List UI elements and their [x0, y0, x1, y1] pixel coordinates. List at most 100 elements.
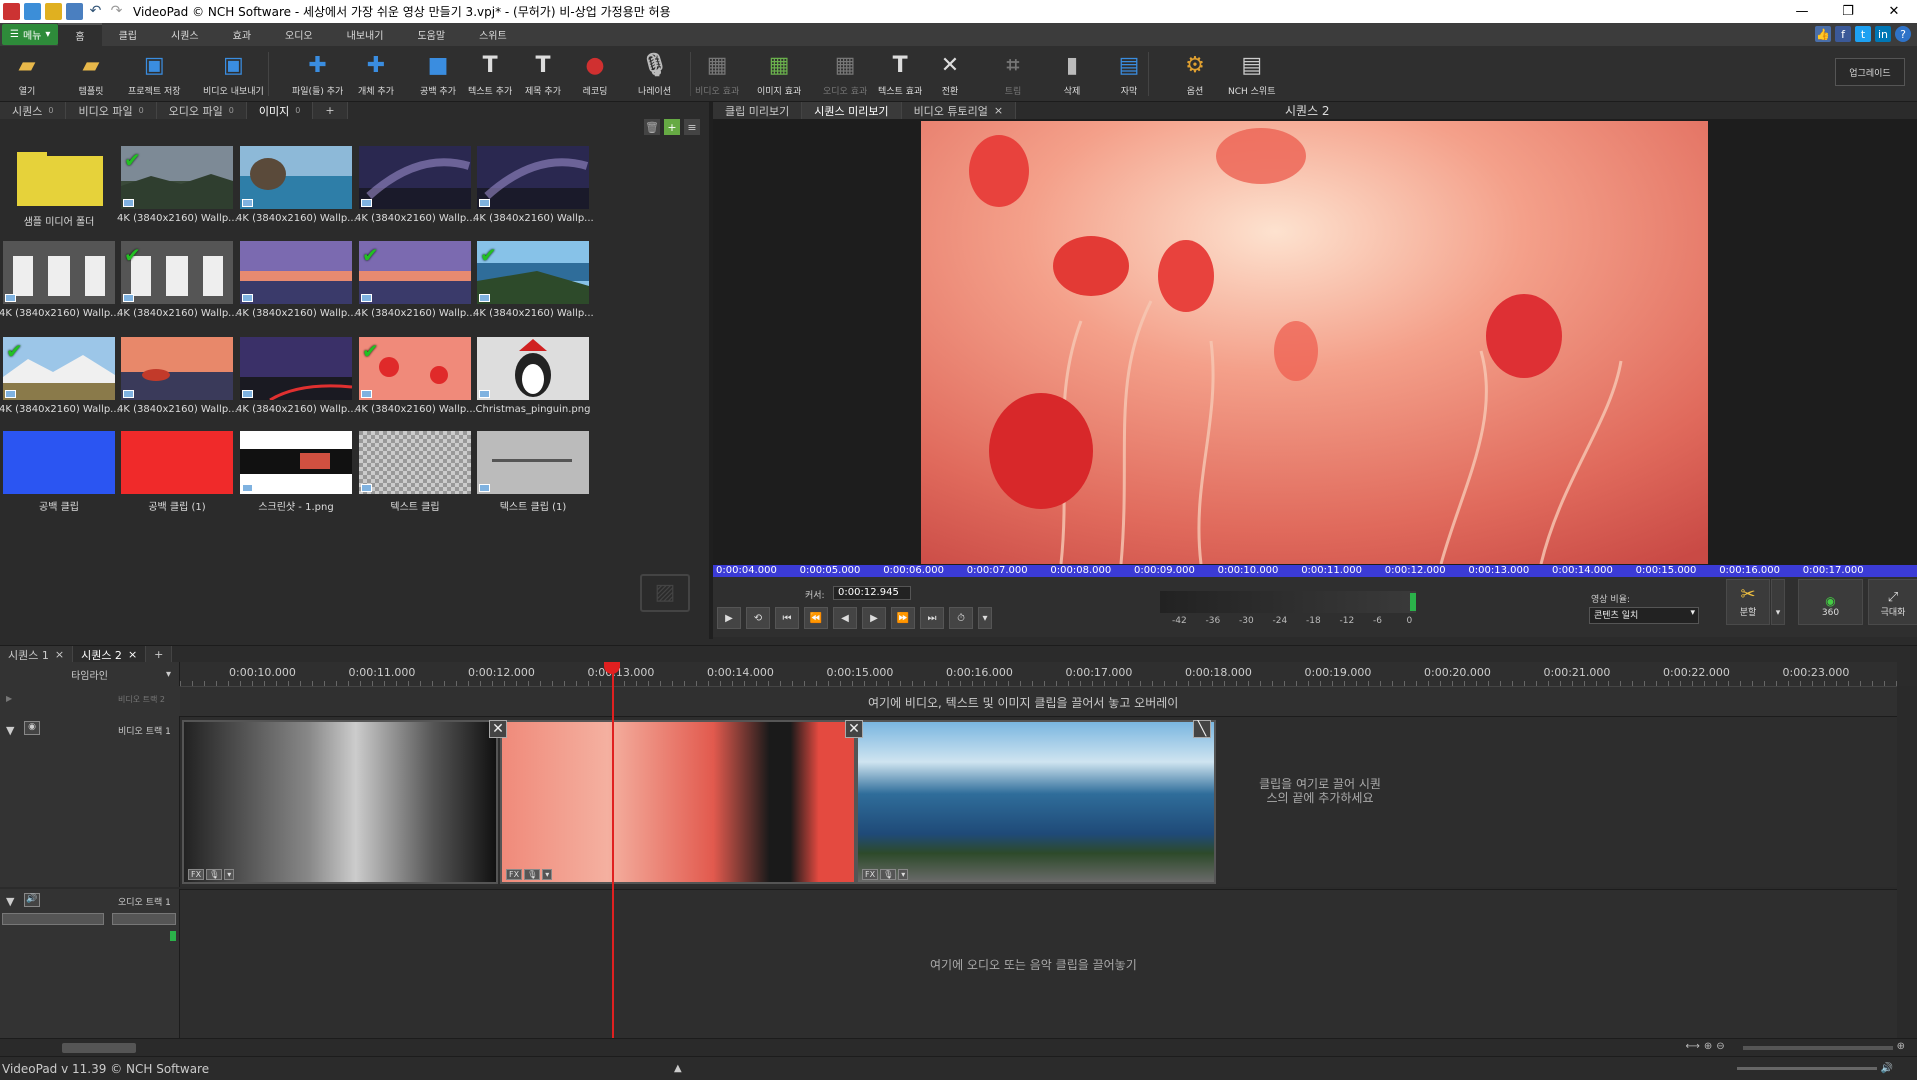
aspect-ratio-select[interactable]: 콘텐츠 일치 ▾: [1589, 607, 1699, 624]
scroll-thumb[interactable]: [62, 1043, 136, 1053]
bin-tab-3[interactable]: 이미지 0: [246, 102, 314, 119]
collapse-arrow-icon[interactable]: ▼: [6, 724, 14, 737]
save-icon[interactable]: [66, 3, 83, 20]
step-back-button[interactable]: ◀: [833, 607, 857, 629]
timeline-mode-select[interactable]: 타임라인 ▾: [0, 662, 180, 686]
upgrade-button[interactable]: 업그레이드: [1835, 58, 1905, 86]
clip-fx-button[interactable]: FX: [506, 869, 523, 880]
chevron-down-icon[interactable]: ▾: [898, 869, 909, 880]
sample-media-folder[interactable]: 샘플 미디어 폴더: [3, 146, 115, 236]
ribbon-tab-6[interactable]: 도움말: [400, 23, 462, 46]
eye-icon[interactable]: ◉: [24, 721, 40, 735]
ribbon-tab-0[interactable]: 홈: [58, 23, 102, 46]
collapse-arrow-icon[interactable]: ▼: [6, 895, 14, 908]
media-item[interactable]: 4K (3840x2160) Wallp...: [236, 241, 356, 331]
toolbar-microphone-button[interactable]: 🎙 나레이션: [638, 50, 671, 100]
expand-arrow-icon[interactable]: ▶: [6, 694, 12, 703]
sequence-tab-1[interactable]: 시퀀스 2 ×: [73, 646, 147, 663]
media-item[interactable]: 4K (3840x2160) Wallp...: [473, 146, 593, 236]
toolbar-save-button[interactable]: ▣ 프로젝트 저장: [128, 50, 181, 100]
twitter-icon[interactable]: t: [1855, 26, 1871, 42]
toolbar-add-title-button[interactable]: T 제목 추가: [525, 50, 561, 100]
preview-time-ruler[interactable]: 0:00:04.000 0:00:05.000 0:00:06.000 0:00:07…: [713, 565, 1917, 577]
add-bin-tab-button[interactable]: +: [313, 102, 348, 119]
media-item[interactable]: ✔ 4K (3840x2160) Wallp...: [473, 241, 593, 331]
clip-mic-icon[interactable]: 🎙: [880, 869, 897, 880]
close-tab-icon[interactable]: ×: [994, 104, 1003, 117]
main-menu-button[interactable]: ☰ 메뉴 ▾: [2, 24, 59, 45]
media-item[interactable]: Christmas_pinguin.png: [476, 337, 590, 427]
timeline-ruler[interactable]: 0:00:10.000 0:00:11.000 0:00:12.000 0:00:13…: [180, 662, 1897, 686]
toolbar-folder-open-button[interactable]: ▰ 열기: [12, 50, 42, 100]
facebook-icon[interactable]: f: [1835, 26, 1851, 42]
speed-dropdown[interactable]: ▾: [978, 607, 992, 629]
toolbar-export-video-button[interactable]: ▣ 비디오 내보내기: [203, 50, 264, 100]
chevron-down-icon[interactable]: ▾: [224, 869, 235, 880]
volume-slider[interactable]: [2, 913, 104, 925]
toolbar-transition-button[interactable]: ✕ 전환: [935, 50, 965, 100]
media-item[interactable]: 텍스트 클립: [359, 431, 471, 521]
toolbar-subtitle-button[interactable]: ▤ 자막: [1114, 50, 1144, 100]
fit-icon[interactable]: ⟷: [1685, 1041, 1699, 1052]
media-item[interactable]: 스크린샷 - 1.png: [240, 431, 352, 521]
toolbar-nch-suite-button[interactable]: ▤ NCH 스위트: [1228, 50, 1276, 100]
clip-fx-button[interactable]: FX: [188, 869, 205, 880]
media-item[interactable]: 4K (3840x2160) Wallp...: [117, 337, 237, 427]
timeline-vertical-scrollbar[interactable]: [1897, 686, 1917, 1038]
ribbon-tab-5[interactable]: 내보내기: [330, 23, 401, 46]
split-button[interactable]: ✂ 분할: [1726, 579, 1770, 625]
chevron-down-icon[interactable]: ▾: [542, 869, 553, 880]
toolbar-video-effects-button[interactable]: ▦ 비디오 효과: [695, 50, 739, 100]
new-project-icon[interactable]: [24, 3, 41, 20]
preview-tab-2[interactable]: 비디오 튜토리얼 ×: [901, 102, 1017, 119]
toolbar-trim-button[interactable]: ⌗ 트림: [998, 50, 1028, 100]
toolbar-audio-effects-button[interactable]: ▦ 오디오 효과: [823, 50, 867, 100]
ribbon-tab-4[interactable]: 오디오: [268, 23, 330, 46]
ribbon-tab-2[interactable]: 시퀀스: [154, 23, 216, 46]
media-item[interactable]: 텍스트 클립 (1): [477, 431, 589, 521]
zoom-in-icon[interactable]: ⊕: [1704, 1041, 1712, 1052]
preview-tab-0[interactable]: 클립 미리보기: [713, 102, 803, 119]
redo-icon[interactable]: ↷: [108, 3, 125, 20]
speaker-icon[interactable]: 🔊: [24, 893, 40, 907]
clip-mic-icon[interactable]: 🎙: [206, 869, 223, 880]
toolbar-record-button[interactable]: ● 레코딩: [580, 50, 610, 100]
clip-mic-icon[interactable]: 🎙: [524, 869, 541, 880]
ribbon-tab-7[interactable]: 스위트: [462, 23, 524, 46]
speed-button[interactable]: ⏱: [949, 607, 973, 629]
zoom-out-icon[interactable]: ⊖: [1716, 1041, 1724, 1052]
clip-arches[interactable]: FX 🎙 ▾: [182, 720, 498, 884]
preview-tab-1[interactable]: 시퀀스 미리보기: [802, 102, 902, 119]
media-item[interactable]: ✔ 4K (3840x2160) Wallp...: [0, 337, 119, 427]
toolbar-template-button[interactable]: ▰ 템플릿: [76, 50, 106, 100]
clip-poppies[interactable]: FX 🎙 ▾: [500, 720, 856, 884]
zoom-max-icon[interactable]: ⊕: [1897, 1041, 1905, 1052]
help-icon[interactable]: ?: [1895, 26, 1911, 42]
media-item[interactable]: 4K (3840x2160) Wallp...: [0, 241, 119, 331]
media-item[interactable]: 4K (3840x2160) Wallp...: [236, 146, 356, 236]
close-tab-icon[interactable]: ×: [55, 648, 64, 661]
maximize-button[interactable]: ❐: [1825, 0, 1871, 23]
toolbar-options-button[interactable]: ⚙ 옵션: [1180, 50, 1210, 100]
ribbon-tab-3[interactable]: 효과: [216, 23, 268, 46]
bin-tab-2[interactable]: 오디오 파일 0: [156, 102, 247, 119]
bin-tab-1[interactable]: 비디오 파일 0: [66, 102, 157, 119]
media-item[interactable]: ✔ 4K (3840x2160) Wallp...: [355, 241, 475, 331]
toolbar-delete-button[interactable]: ▮ 삭제: [1057, 50, 1087, 100]
toolbar-add-files-button[interactable]: ✚ 파일(들) 추가: [292, 50, 343, 100]
toolbar-image-effects-button[interactable]: ▦ 이미지 효과: [757, 50, 801, 100]
split-dropdown[interactable]: ▾: [1771, 579, 1785, 625]
prev-frame-button[interactable]: ⏪: [804, 607, 828, 629]
go-start-button[interactable]: ⏮: [775, 607, 799, 629]
undo-icon[interactable]: ↶: [87, 3, 104, 20]
toolbar-text-effects-button[interactable]: T 텍스트 효과: [878, 50, 922, 100]
play-button[interactable]: ▶: [717, 607, 741, 629]
open-project-icon[interactable]: [45, 3, 62, 20]
step-forward-button[interactable]: ▶: [862, 607, 886, 629]
trash-icon[interactable]: 🗑: [644, 119, 660, 135]
toolbar-add-blank-button[interactable]: ■ 공백 추가: [420, 50, 456, 100]
linkedin-icon[interactable]: in: [1875, 26, 1891, 42]
media-item[interactable]: ✔ 4K (3840x2160) Wallp...: [117, 241, 237, 331]
media-item[interactable]: 공백 클립 (1): [121, 431, 233, 521]
timeline-horizontal-scrollbar[interactable]: ⟷ ⊕ ⊖ ⊕: [0, 1038, 1917, 1056]
